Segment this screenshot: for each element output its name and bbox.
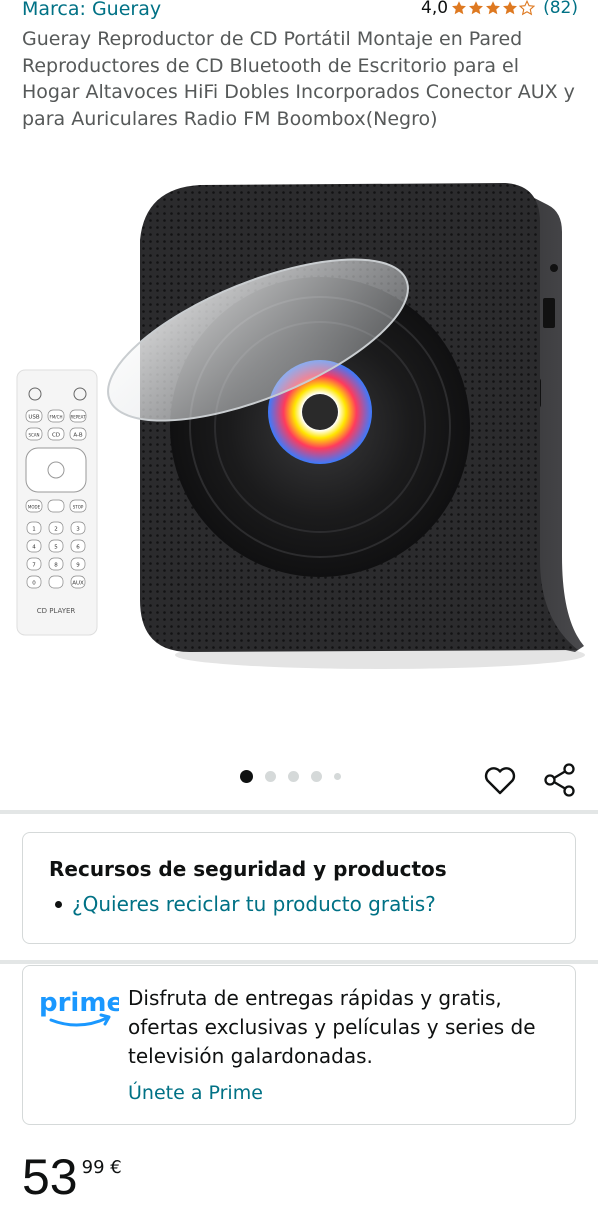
aux-jack-shape xyxy=(550,264,558,272)
star-full-icon xyxy=(486,1,501,15)
carousel-dot[interactable] xyxy=(288,771,299,782)
remote-key xyxy=(47,499,65,513)
star-empty-icon xyxy=(519,0,536,16)
rating-stars xyxy=(451,0,536,16)
remote-key-label: 6 xyxy=(76,545,80,551)
star-full-icon xyxy=(469,1,484,15)
remote-key-label: FM/CH xyxy=(50,415,63,420)
section-divider xyxy=(0,960,598,964)
price-whole: 53 xyxy=(22,1149,78,1205)
remote-key-label: REPEAT xyxy=(70,415,86,420)
remote-play-pause-key xyxy=(47,461,65,479)
remote-key-label: 0 xyxy=(32,581,36,587)
wishlist-button[interactable] xyxy=(482,762,518,798)
remote-key-label: MODE xyxy=(28,505,41,510)
usb-port-shape xyxy=(543,298,555,328)
cd-player-illustration: USB FM/CH REPEAT SCAN CD A-B MODE STOP 1 2 3 4 5 6 7 8 9… xyxy=(16,183,585,669)
price-fraction: 99 € xyxy=(81,1157,122,1178)
carousel-indicator[interactable] xyxy=(240,770,341,783)
remote-key-label: 5 xyxy=(54,545,58,551)
remote-key-label: 2 xyxy=(54,527,58,533)
remote-key-label: CD xyxy=(52,433,60,439)
product-image[interactable]: USB FM/CH REPEAT SCAN CD A-B MODE STOP 1 2 3 4 5 6 7 8 9… xyxy=(0,150,598,690)
star-full-icon xyxy=(503,1,518,15)
carousel-dot[interactable] xyxy=(265,771,276,782)
heart-icon xyxy=(484,767,516,795)
remote-key-label: STOP xyxy=(73,505,84,510)
remote-key-label: A-B xyxy=(73,433,82,439)
brand-link[interactable]: Marca: Gueray xyxy=(22,0,161,20)
prime-description: Disfruta de entregas rápidas y gratis, o… xyxy=(128,986,536,1068)
remote-key-label: 3 xyxy=(76,527,80,533)
remote-key-label: 7 xyxy=(32,563,36,569)
rating-value: 4,0 xyxy=(421,0,449,18)
recycle-link-row[interactable]: ¿Quieres reciclar tu producto gratis? xyxy=(55,892,436,916)
remote-key-label: USB xyxy=(28,415,40,421)
join-prime-link[interactable]: Únete a Prime xyxy=(128,1082,263,1104)
remote-key-label: 9 xyxy=(76,563,80,569)
bullet-icon xyxy=(55,900,62,908)
share-button[interactable] xyxy=(542,762,578,798)
remote-label: CD PLAYER xyxy=(37,607,76,615)
remote-key-label: 1 xyxy=(32,527,36,533)
carousel-dot[interactable] xyxy=(334,773,341,780)
product-title: Gueray Reproductor de CD Portátil Montaj… xyxy=(22,28,575,130)
product-price: 53 99 € xyxy=(22,1148,122,1206)
safety-resources-card: Recursos de seguridad y productos ¿Quier… xyxy=(22,832,576,944)
remote-key-label: AUX xyxy=(72,581,84,587)
recycle-link[interactable]: ¿Quieres reciclar tu producto gratis? xyxy=(72,892,436,916)
remote-key xyxy=(48,575,64,589)
review-count: (82) xyxy=(543,0,578,18)
section-divider xyxy=(0,810,598,814)
star-full-icon xyxy=(452,1,467,15)
remote-key-label: 4 xyxy=(32,545,36,551)
safety-title: Recursos de seguridad y productos xyxy=(49,857,447,881)
carousel-dot[interactable] xyxy=(240,770,253,783)
prime-card: prime Disfruta de entregas rápidas y gra… xyxy=(22,965,576,1125)
remote-key-label: SCAN xyxy=(28,433,39,438)
prime-logo-text: prime xyxy=(39,988,119,1018)
share-icon xyxy=(544,763,575,797)
product-header: Marca: Gueray 4,0 (82) xyxy=(22,0,578,24)
carousel-dot[interactable] xyxy=(311,771,322,782)
prime-logo-icon: prime xyxy=(39,988,119,1027)
remote-key-label: 8 xyxy=(54,563,58,569)
spindle-shape xyxy=(302,394,338,430)
rating-summary[interactable]: 4,0 (82) xyxy=(421,0,578,18)
